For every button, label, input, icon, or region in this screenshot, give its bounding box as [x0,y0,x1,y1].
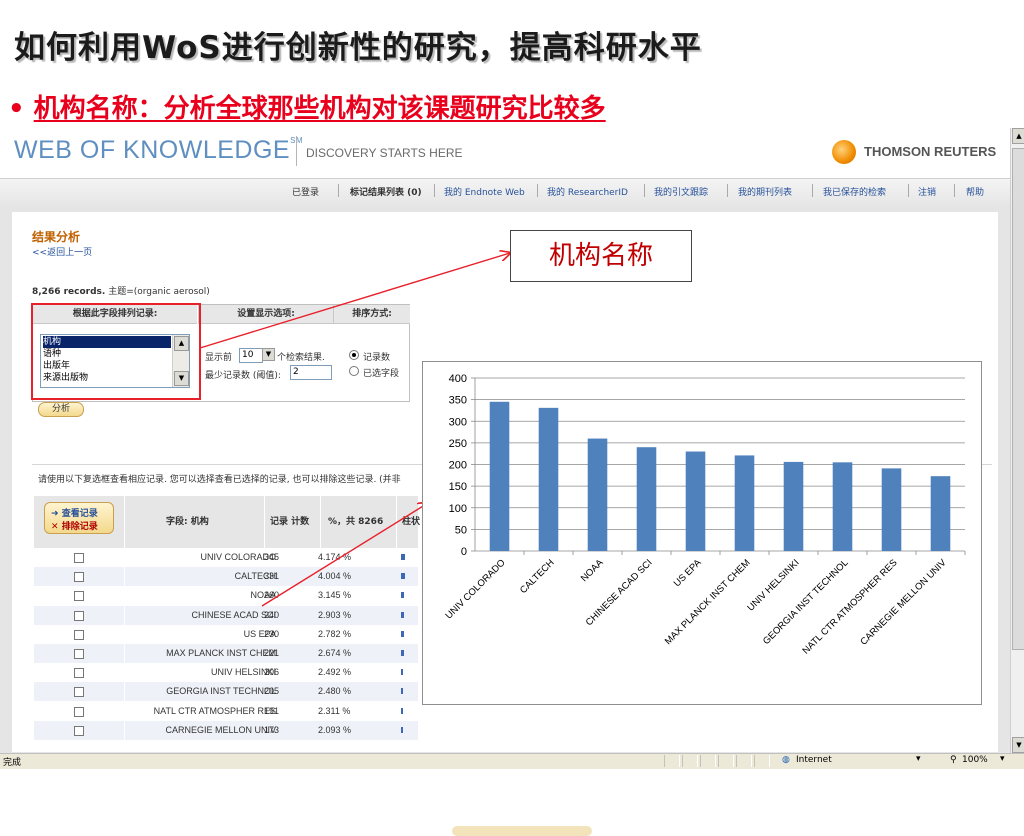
status-zone: Internet [796,755,832,765]
scroll-up-icon[interactable]: ▲ [1012,128,1024,144]
scrollbar-thumb[interactable] [1012,148,1024,650]
status-cell [682,755,698,767]
status-done: 完成 [3,758,22,768]
y-tick-label: 100 [449,503,467,515]
protected-mode-icon[interactable]: ▾ [916,754,921,764]
status-cell [736,755,752,767]
bar [685,451,706,551]
slide-bullet: • 机构名称：分析全球那些机构对该课题研究比较多 [8,94,606,124]
status-cell [718,755,734,767]
bar [832,462,853,551]
zoom-dropdown-icon[interactable]: ▾ [1000,754,1005,764]
globe-icon: ◍ [782,755,790,765]
bar [881,468,902,551]
bar [587,438,608,551]
scroll-down-icon[interactable]: ▼ [1012,737,1024,753]
status-bar: 完成 ◍ Internet ▾ ⚲ 100% ▾ [0,753,1024,769]
y-tick-label: 300 [449,416,467,428]
y-tick-label: 400 [449,373,467,385]
x-tick-label: US EPA [672,557,704,589]
y-tick-label: 0 [461,546,467,558]
status-cell [700,755,716,767]
x-tick-label: UNIV COLORADO [443,557,507,621]
status-zoom[interactable]: 100% [962,755,988,765]
arrow-to-annotation [199,253,510,349]
bar [489,401,510,551]
bar [734,455,755,551]
zoom-icon: ⚲ [950,755,957,765]
x-tick-label: CARNEGIE MELLON UNIV [858,557,949,648]
annotation-callout: 机构名称 [510,230,692,282]
bar [930,476,951,551]
slide-bullet-text: 机构名称：分析全球那些机构对该课题研究比较多 [33,94,606,124]
bar [636,447,657,551]
x-tick-label: NATL CTR ATMOSPHER RES [801,557,900,656]
bar-chart-svg: 0 50 100 150 200 250 300 350 400 UNIV COLORADO CAL… [443,373,966,656]
x-tick-label: NOAA [579,557,606,584]
y-tick-label: 50 [455,524,467,536]
bar [783,461,804,551]
bar-chart: 0 50 100 150 200 250 300 350 400 UNIV COLORADO CAL… [422,361,982,705]
y-tick-label: 150 [449,481,467,493]
x-tick-label: UNIV HELSINKI [745,557,801,613]
bottom-button-partial[interactable] [452,826,592,836]
x-tick-label: MAX PLANCK INST CHEM [663,557,753,647]
status-cell [754,755,770,767]
y-tick-label: 350 [449,395,467,407]
arrow-to-chart [261,503,428,607]
page-scrollbar[interactable]: ▲ ▼ [1010,128,1024,753]
slide-title: 如何利用WoS进行创新性的研究，提高科研水平 [14,30,702,66]
x-tick-label: CALTECH [518,557,557,596]
bar [538,407,559,551]
y-tick-label: 250 [449,438,467,450]
x-tick-label: GEORGIA INST TECHNOL [761,557,851,647]
status-cell [664,755,680,767]
y-tick-label: 200 [449,460,467,472]
